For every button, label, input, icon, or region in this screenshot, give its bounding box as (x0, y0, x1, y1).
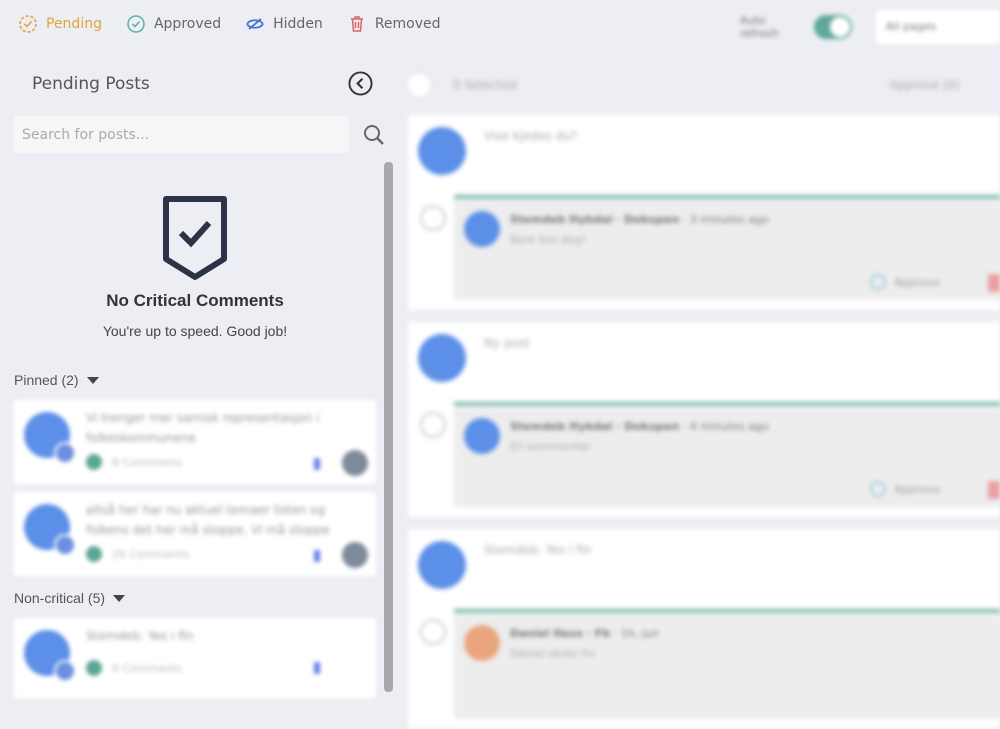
empty-state: No Critical Comments You're up to speed.… (0, 195, 390, 339)
avatar (24, 630, 76, 682)
post-item: Ny post Stemdeb Hybdal · Dokupen · 4 min… (408, 322, 1000, 517)
trash-icon[interactable] (988, 481, 1000, 499)
comment-count: 26 Comments (112, 547, 190, 561)
pin-icon[interactable] (342, 542, 368, 568)
tab-pending[interactable]: Pending (18, 14, 102, 34)
divider (454, 195, 1000, 199)
avatar (24, 412, 76, 464)
post-text: Vi trenger mer samisk representasjon i f… (86, 411, 320, 445)
comment-text: Daniel skrev hv (510, 647, 596, 660)
tab-removed[interactable]: Removed (347, 14, 441, 34)
status-tabs: Pending Approved Hidden Removed (18, 14, 441, 34)
selected-count: 0 Selected (453, 78, 517, 92)
bulk-bar: 0 Selected Approve (0) (405, 70, 1000, 100)
commenter: Stemdeb Hybdal · Dokupen · 3 minutes ago (510, 213, 769, 226)
post-card[interactable]: altså her har nu aktuel temaer listen og… (14, 492, 376, 576)
facebook-icon (314, 458, 320, 470)
post-card[interactable]: Vi trenger mer samisk representasjon i f… (14, 400, 376, 484)
comment: Stemdeb Hybdal · Dokupen · 4 minutes ago… (454, 408, 1000, 507)
facebook-icon (314, 550, 320, 562)
eye-off-icon (246, 18, 264, 30)
approve-button[interactable]: Approve (870, 481, 940, 497)
tab-hidden[interactable]: Hidden (245, 14, 323, 34)
pinned-section-toggle[interactable]: Pinned (2) (14, 372, 99, 388)
avatar-dot (86, 660, 102, 676)
commenter: Stemdeb Hybdal · Dokupen · 4 minutes ago (510, 420, 769, 433)
top-controls: Auto refresh All pages (740, 10, 1000, 44)
panel-title: Pending Posts (32, 74, 150, 94)
comment-checkbox[interactable] (420, 412, 446, 438)
post-meta: 26 Comments (86, 546, 189, 562)
avatar (418, 127, 466, 175)
caret-down-icon (113, 594, 126, 602)
avatar-dot (86, 546, 102, 562)
empty-text: You're up to speed. Good job! (102, 323, 288, 339)
trash-icon (350, 16, 363, 32)
search-icon[interactable] (362, 123, 386, 147)
comment-text: En kommentar (510, 440, 591, 453)
comment: Stemdeb Hybdal · Dokupen · 3 minutes ago… (454, 201, 1000, 300)
avatar (464, 625, 500, 661)
facebook-icon (314, 662, 320, 674)
noncritical-section-toggle[interactable]: Non-critical (5) (14, 590, 126, 606)
post-meta: 8 Comments (86, 454, 182, 470)
search-input[interactable] (14, 116, 349, 153)
post-text: Stemdeb: Yes i fin (484, 543, 592, 557)
post-text: Vise kjedes du? (484, 129, 578, 143)
post-text: Ny post (484, 336, 530, 350)
comment-count: 8 Comments (112, 455, 183, 469)
tab-label: Pending (46, 16, 102, 32)
avatar (24, 504, 76, 556)
approve-button[interactable]: Approve (870, 274, 940, 290)
page-select[interactable]: All pages (875, 10, 1000, 44)
divider (454, 609, 1000, 613)
post-text: Stemdeb: Yes i fin (86, 629, 194, 643)
post-text: altså her har nu aktuel temaer listen og… (86, 503, 331, 537)
empty-title: No Critical Comments (106, 291, 284, 310)
commenter: Daniel Hess · Fb · 1h, jun (510, 627, 659, 640)
pending-clock-icon (19, 15, 37, 33)
section-label: Non-critical (5) (14, 590, 106, 606)
auto-refresh-label: Auto refresh (740, 14, 779, 40)
avatar (418, 541, 466, 589)
trash-icon[interactable] (988, 274, 1000, 292)
comment-count: 6 Comments (112, 661, 183, 675)
avatar (464, 418, 500, 454)
post-item: Stemdeb: Yes i fin Daniel Hess · Fb · 1h… (408, 529, 1000, 729)
avatar (418, 334, 466, 382)
check-circle-icon (127, 15, 145, 33)
caret-down-icon (86, 376, 99, 384)
post-card[interactable]: Stemdeb: Yes i fin 6 Comments (14, 618, 376, 698)
avatar (464, 211, 500, 247)
section-label: Pinned (2) (14, 372, 79, 388)
post-meta: 6 Comments (86, 660, 182, 676)
post-detail-panel: 0 Selected Approve (0) Vise kjedes du? S… (405, 50, 1000, 729)
comment: Daniel Hess · Fb · 1h, jun Daniel skrev … (454, 615, 1000, 719)
tab-approved[interactable]: Approved (126, 14, 221, 34)
avatar-dot (86, 454, 102, 470)
approve-all-button[interactable]: Approve (0) (889, 78, 960, 92)
pin-icon[interactable] (342, 450, 368, 476)
select-all-checkbox[interactable] (405, 71, 433, 99)
shield-check-icon (163, 196, 227, 280)
collapse-chevron-left-icon[interactable] (348, 71, 373, 96)
tab-label: Removed (374, 16, 441, 32)
comment-checkbox[interactable] (420, 205, 446, 231)
tab-label: Hidden (273, 16, 323, 32)
tab-label: Approved (153, 16, 222, 32)
auto-refresh-toggle[interactable] (814, 15, 852, 39)
divider (454, 402, 1000, 406)
comment-checkbox[interactable] (420, 619, 446, 645)
comment-text: Bare kos deg! (510, 233, 586, 246)
pending-posts-panel: Pending Posts No Critical Comments You'r… (0, 50, 395, 698)
post-item: Vise kjedes du? Stemdeb Hybdal · Dokupen… (408, 115, 1000, 310)
